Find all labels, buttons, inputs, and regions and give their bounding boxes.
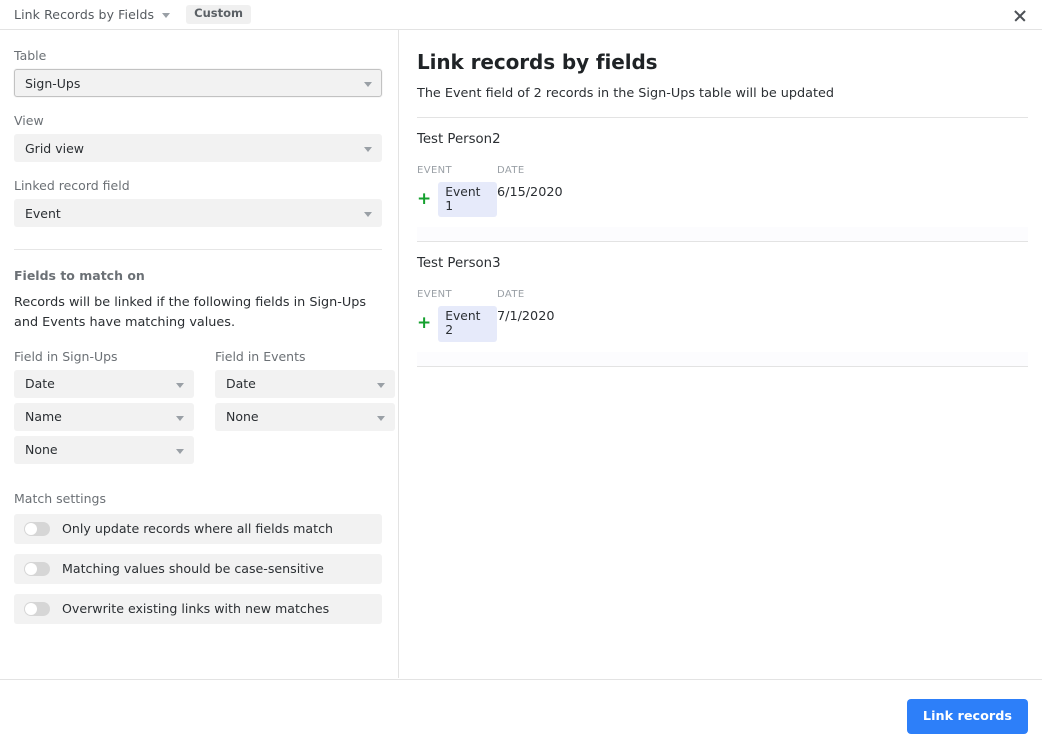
event-chip[interactable]: Event 1 [438, 182, 497, 218]
toggle-all-fields-match-label: Only update records where all fields mat… [62, 521, 333, 537]
view-select[interactable]: Grid view [14, 134, 382, 162]
close-icon[interactable] [1012, 8, 1028, 24]
view-field-group: View Grid view [14, 113, 382, 162]
toggle-switch-icon[interactable] [24, 561, 50, 576]
window-title: Link Records by Fields [14, 7, 155, 22]
column-header-date: DATE [497, 289, 525, 301]
preview-panel: Link records by fields The Event field o… [400, 30, 1042, 678]
fields-to-match-description: Records will be linked if the following … [14, 295, 367, 330]
column-header-event: EVENT [417, 289, 453, 301]
field-in-signups-value-3: None [25, 442, 58, 458]
record-row: Test Person2 EVENT + Event 1 DATE 6/15/2… [417, 118, 1028, 242]
link-records-button[interactable]: Link records [906, 699, 1028, 734]
record-row: Test Person3 EVENT + Event 2 DATE 7/1/20… [417, 242, 1028, 366]
record-spacer [417, 227, 1028, 242]
field-in-signups-column: Field in Sign-Ups Date Name None [14, 349, 194, 469]
column-header-event: EVENT [417, 165, 453, 176]
table-label: Table [14, 48, 47, 63]
toggle-switch-icon[interactable] [24, 601, 50, 616]
linked-record-field-label: Linked record field [14, 178, 130, 193]
sidebar-divider [14, 249, 382, 250]
toggle-case-sensitive-label: Matching values should be case-sensitive [62, 561, 324, 577]
chevron-down-icon [364, 212, 372, 217]
record-spacer [417, 351, 1028, 366]
chevron-down-icon[interactable] [162, 13, 171, 18]
field-in-events-select-1[interactable]: Date [215, 369, 395, 398]
field-in-signups-value-1: Date [25, 376, 55, 392]
field-in-events-column: Field in Events Date None [215, 349, 395, 469]
event-chip-row[interactable]: + Event 1 [417, 182, 497, 218]
record-name: Test Person2 [417, 132, 501, 147]
linked-record-field-group: Linked record field Event [14, 178, 382, 227]
field-in-signups-select-1[interactable]: Date [14, 369, 194, 398]
field-in-signups-select-3[interactable]: None [14, 435, 194, 464]
record-cells: EVENT + Event 2 DATE 7/1/2020 [417, 289, 1028, 342]
fields-to-match-title: Fields to match on [14, 268, 145, 283]
chevron-down-icon [176, 382, 184, 388]
record-event-cell: EVENT + Event 1 [417, 165, 497, 218]
chevron-down-icon [176, 448, 184, 454]
record-cells: EVENT + Event 1 DATE 6/15/2020 [417, 165, 1028, 218]
view-select-value: Grid view [25, 140, 84, 156]
linked-record-field-value: Event [25, 205, 61, 221]
event-chip-row[interactable]: + Event 2 [417, 306, 497, 342]
page-title: Link records by fields [417, 50, 658, 74]
field-in-events-value-2: None [226, 409, 259, 425]
record-date-cell: DATE 7/1/2020 [497, 289, 657, 341]
preview-divider [417, 365, 1028, 367]
dialog-body: Table Sign-Ups View Grid view Linked rec… [0, 30, 1042, 678]
toggle-case-sensitive[interactable]: Matching values should be case-sensitive [14, 553, 382, 584]
table-field-group: Table Sign-Ups [14, 48, 382, 97]
field-in-events-select-2[interactable]: None [215, 402, 395, 431]
plus-icon[interactable]: + [417, 315, 431, 332]
dialog-footer: Link records [0, 679, 1042, 743]
record-name: Test Person3 [417, 256, 501, 272]
record-date-cell: DATE 6/15/2020 [497, 165, 657, 217]
chevron-down-icon [377, 382, 385, 388]
table-select-value: Sign-Ups [25, 75, 81, 91]
linked-record-field-select[interactable]: Event [14, 199, 382, 227]
record-date-value: 6/15/2020 [497, 185, 563, 200]
field-in-events-label: Field in Events [215, 348, 306, 364]
record-date-value: 7/1/2020 [497, 309, 555, 325]
chevron-down-icon [176, 415, 184, 421]
table-select[interactable]: Sign-Ups [14, 69, 382, 97]
field-in-signups-label: Field in Sign-Ups [14, 348, 118, 364]
plus-icon[interactable]: + [417, 191, 431, 208]
custom-badge: Custom [186, 5, 251, 24]
field-in-signups-select-2[interactable]: Name [14, 402, 194, 431]
settings-sidebar: Table Sign-Ups View Grid view Linked rec… [0, 30, 399, 678]
match-field-columns: Field in Sign-Ups Date Name None Field i… [14, 349, 395, 469]
window-titlebar: Link Records by Fields Custom [0, 0, 1042, 30]
toggle-overwrite-links-label: Overwrite existing links with new matche… [62, 601, 330, 617]
record-event-cell: EVENT + Event 2 [417, 289, 497, 342]
chevron-down-icon [364, 82, 372, 87]
toggle-switch-icon[interactable] [24, 521, 50, 536]
column-header-date: DATE [497, 165, 525, 176]
view-label: View [14, 113, 44, 128]
event-chip[interactable]: Event 2 [438, 306, 497, 342]
chevron-down-icon [364, 147, 372, 152]
field-in-events-value-1: Date [226, 376, 256, 392]
toggle-overwrite-links[interactable]: Overwrite existing links with new matche… [14, 593, 382, 624]
match-settings-title: Match settings [14, 490, 106, 506]
toggle-all-fields-match[interactable]: Only update records where all fields mat… [14, 513, 382, 544]
chevron-down-icon [377, 415, 385, 421]
preview-subtitle: The Event field of 2 records in the Sign… [417, 86, 835, 101]
field-in-signups-value-2: Name [25, 409, 62, 425]
